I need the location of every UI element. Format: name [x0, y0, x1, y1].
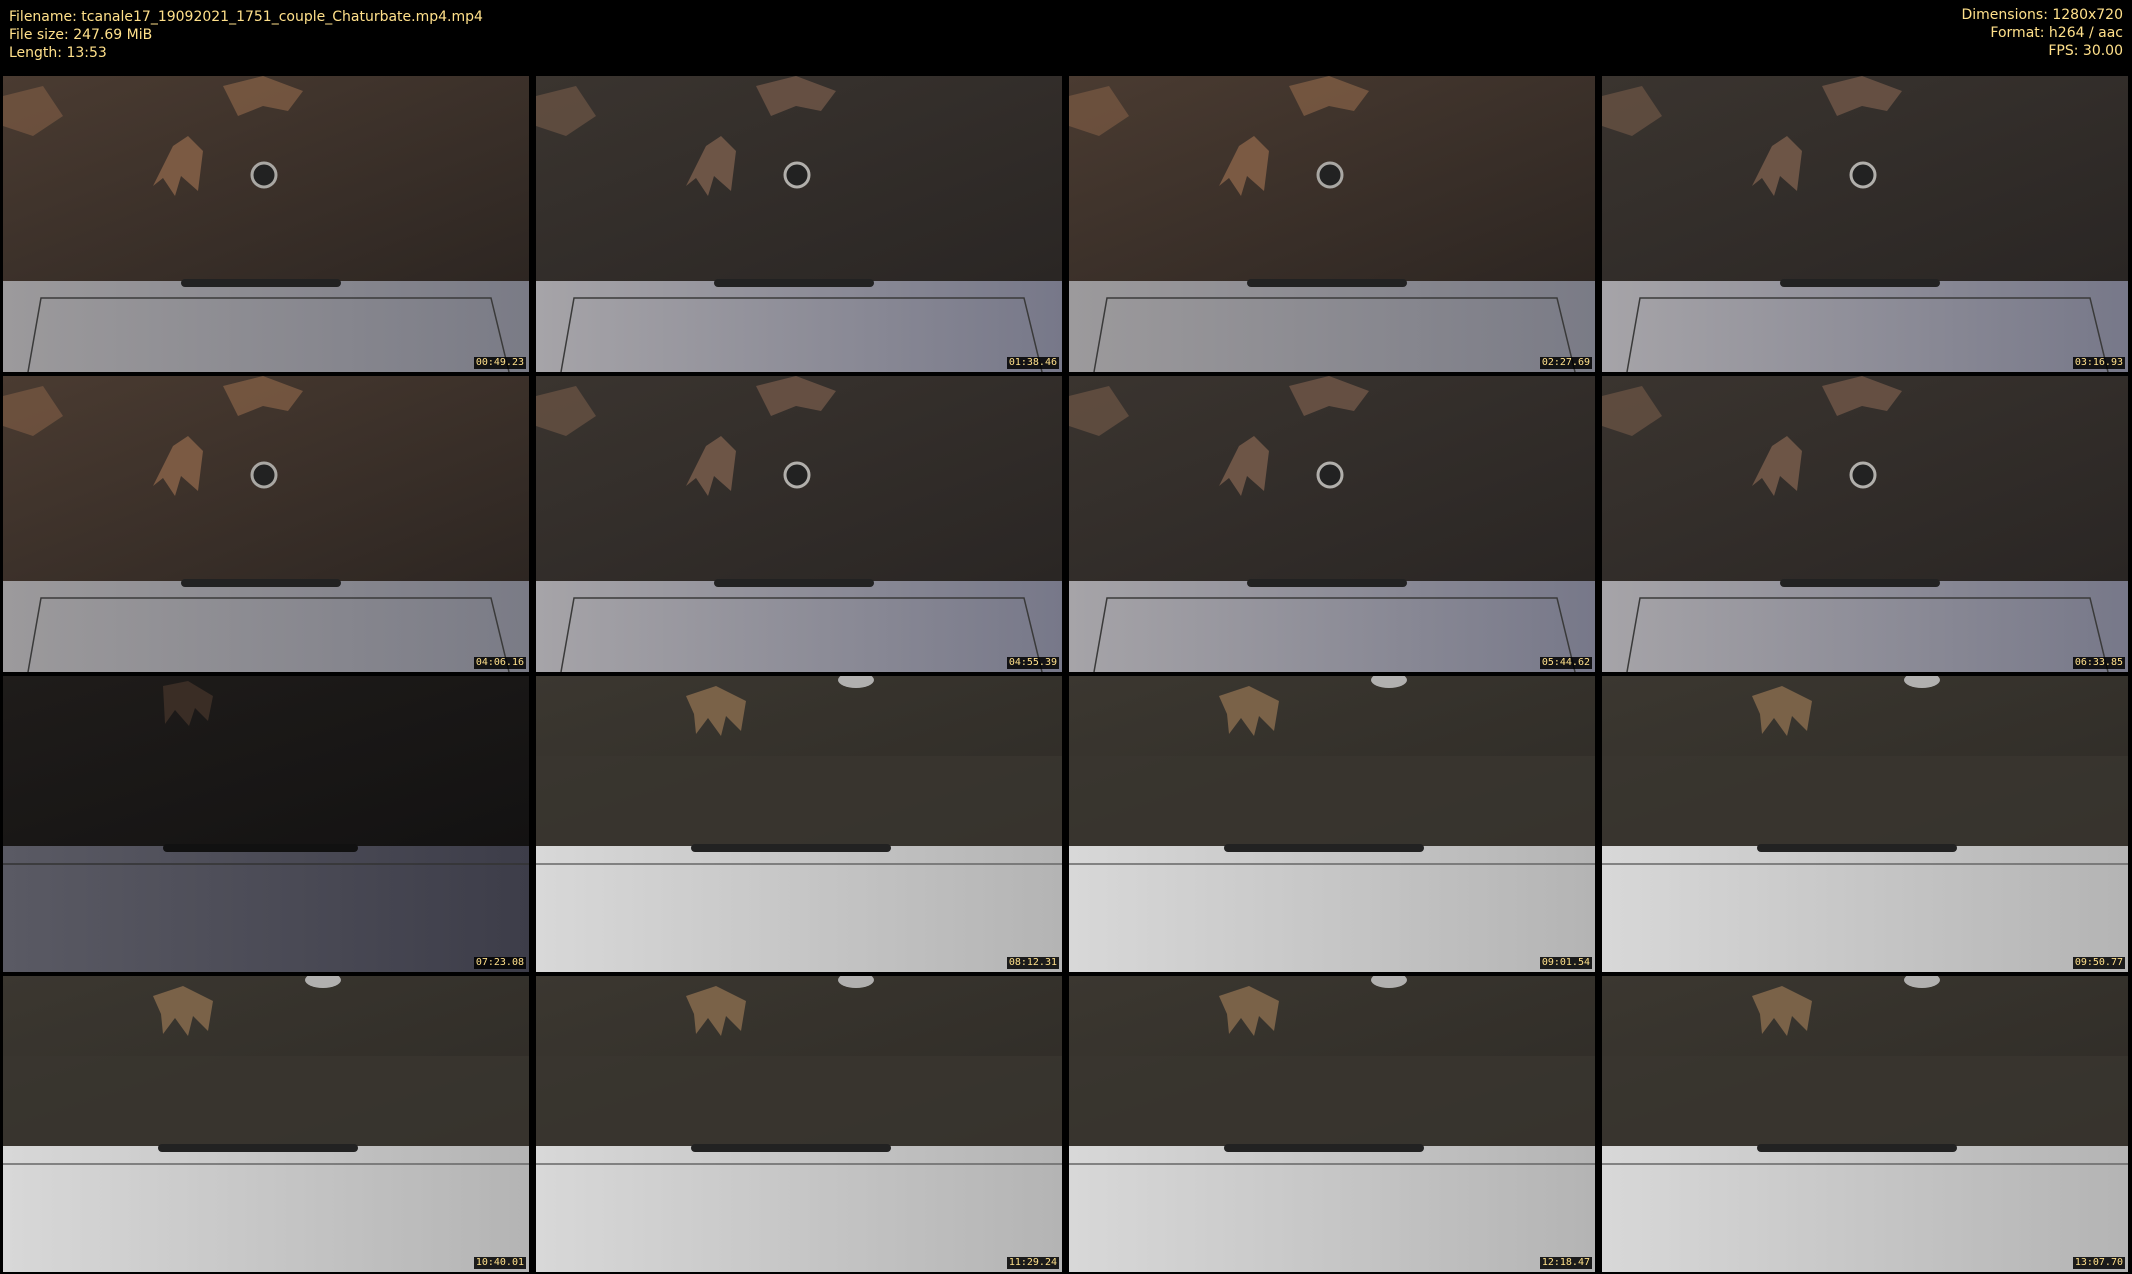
thumbnail-scene-image: [1602, 376, 2128, 672]
thumbnail-timestamp: 11:29.24: [1006, 1257, 1059, 1269]
thumbnail-scene-image: [1069, 676, 1595, 972]
video-thumbnail: 09:50.77: [1602, 676, 2128, 972]
video-thumbnail: 03:16.93: [1602, 76, 2128, 372]
format-text: Format: h264 / aac: [1990, 25, 2123, 41]
video-thumbnail: 01:38.46: [536, 76, 1062, 372]
thumbnail-timestamp: 04:55.39: [1006, 657, 1059, 669]
thumbnail-scene-image: [1069, 976, 1595, 1272]
thumbnail-scene-image: [536, 76, 1062, 372]
thumbnail-scene-image: [536, 676, 1062, 972]
video-thumbnail: 11:29.24: [536, 976, 1062, 1272]
file-info: Filename: tcanale17_19092021_1751_couple…: [9, 8, 483, 62]
video-thumbnail: 13:07.70: [1602, 976, 2128, 1272]
video-thumbnail: 08:12.31: [536, 676, 1062, 972]
thumbnail-scene-image: [1602, 976, 2128, 1272]
thumbnail-timestamp: 06:33.85: [2072, 657, 2125, 669]
video-thumbnail: 04:55.39: [536, 376, 1062, 672]
thumbnail-scene-image: [3, 76, 529, 372]
length-text: Length: 13:53: [9, 45, 107, 61]
thumbnail-scene-image: [536, 376, 1062, 672]
thumbnail-scene-image: [1602, 676, 2128, 972]
video-thumbnail: 00:49.23: [3, 76, 529, 372]
thumbnail-timestamp: 08:12.31: [1006, 957, 1059, 969]
thumbnail-timestamp: 01:38.46: [1006, 357, 1059, 369]
video-thumbnail: 07:23.08: [3, 676, 529, 972]
video-thumbnail: 09:01.54: [1069, 676, 1595, 972]
thumbnail-scene-image: [1069, 76, 1595, 372]
thumbnail-scene-image: [536, 976, 1062, 1272]
thumbnail-scene-image: [1602, 76, 2128, 372]
thumbnail-timestamp: 12:18.47: [1539, 1257, 1592, 1269]
filesize-text: File size: 247.69 MiB: [9, 27, 153, 43]
thumbnail-scene-image: [3, 376, 529, 672]
thumbnail-timestamp: 03:16.93: [2072, 357, 2125, 369]
thumbnail-timestamp: 09:01.54: [1539, 957, 1592, 969]
fps-text: FPS: 30.00: [2048, 43, 2123, 59]
thumbnail-timestamp: 07:23.08: [473, 957, 526, 969]
dimensions-text: Dimensions: 1280x720: [1961, 7, 2123, 23]
thumbnail-scene-image: [3, 976, 529, 1272]
thumbnail-scene-image: [3, 676, 529, 972]
video-thumbnail: 06:33.85: [1602, 376, 2128, 672]
video-thumbnail: 12:18.47: [1069, 976, 1595, 1272]
thumbnail-timestamp: 04:06.16: [473, 657, 526, 669]
thumbnail-timestamp: 09:50.77: [2072, 957, 2125, 969]
video-thumbnail: 05:44.62: [1069, 376, 1595, 672]
thumbnail-timestamp: 10:40.01: [473, 1257, 526, 1269]
thumbnail-scene-image: [1069, 376, 1595, 672]
thumbnail-timestamp: 13:07.70: [2072, 1257, 2125, 1269]
video-thumbnail: 10:40.01: [3, 976, 529, 1272]
video-thumbnail: 02:27.69: [1069, 76, 1595, 372]
contact-sheet-header: Filename: tcanale17_19092021_1751_couple…: [0, 0, 2132, 76]
filename-text: Filename: tcanale17_19092021_1751_couple…: [9, 9, 483, 25]
thumbnail-grid: 00:49.23 01:38.46 02:27.69 03:16.93 04:06.16…: [0, 76, 2132, 1274]
thumbnail-timestamp: 05:44.62: [1539, 657, 1592, 669]
video-thumbnail: 04:06.16: [3, 376, 529, 672]
video-info: Dimensions: 1280x720 Format: h264 / aac …: [1961, 6, 2123, 60]
thumbnail-timestamp: 00:49.23: [473, 357, 526, 369]
thumbnail-timestamp: 02:27.69: [1539, 357, 1592, 369]
